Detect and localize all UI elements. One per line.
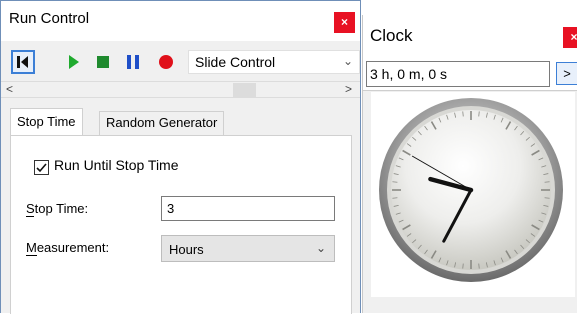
clock-face-area <box>371 92 575 297</box>
stop-time-input[interactable]: 3 <box>161 196 335 221</box>
run-control-close-button[interactable]: × <box>334 12 355 33</box>
skip-to-start-icon <box>17 56 28 68</box>
measurement-label: Measurement: <box>26 240 110 255</box>
slide-control-dropdown[interactable]: Slide Control ⌄ <box>188 50 360 74</box>
clock-minute-tick <box>478 263 480 269</box>
pause-button[interactable] <box>121 50 145 74</box>
analog-clock <box>379 98 563 282</box>
tab-strip: Stop Time Random Generator <box>1 108 360 136</box>
scrollbar-thumb[interactable] <box>233 83 256 97</box>
reset-button[interactable] <box>11 50 35 74</box>
clock-titlebar[interactable]: Clock × <box>363 15 577 57</box>
run-until-label[interactable]: Run Until Stop Time <box>54 157 179 173</box>
clock-window: Clock × 3 h, 0 m, 0 s > <box>362 15 577 313</box>
clock-minute-tick <box>392 181 398 183</box>
checkmark-icon <box>36 163 47 173</box>
scroll-right-arrow[interactable]: > <box>345 82 352 97</box>
record-icon <box>159 55 173 69</box>
clock-minute-tick <box>544 197 550 199</box>
clock-close-button[interactable]: × <box>563 27 577 48</box>
stop-square-icon <box>97 56 109 68</box>
tab-stop-time[interactable]: Stop Time <box>10 108 83 136</box>
stop-time-panel: Run Until Stop Time Stop Time: 3 Measure… <box>10 135 352 314</box>
run-control-window: Run Control × Slide Control ⌄ < > Stop T… <box>0 0 361 314</box>
measurement-mnemonic-underline <box>26 255 37 256</box>
clock-minute-tick <box>392 197 398 199</box>
step-button[interactable] <box>91 50 115 74</box>
record-button[interactable] <box>152 48 180 76</box>
slide-control-value: Slide Control <box>195 54 276 70</box>
chevron-down-icon: ⌄ <box>342 54 353 68</box>
clock-minute-tick <box>544 181 550 183</box>
clock-minute-tick <box>478 111 480 117</box>
run-control-titlebar[interactable]: Run Control × <box>1 1 360 41</box>
run-until-checkbox[interactable] <box>34 160 49 175</box>
scroll-left-arrow[interactable]: < <box>6 82 13 97</box>
run-control-title: Run Control <box>9 10 90 27</box>
chevron-down-icon: ⌄ <box>315 241 326 255</box>
clock-readout-bar: 3 h, 0 m, 0 s > <box>363 57 577 91</box>
tab-random-generator[interactable]: Random Generator <box>99 111 225 135</box>
pause-icon <box>127 55 139 69</box>
clock-minute-tick <box>462 111 464 117</box>
stop-time-label: Stop Time: <box>26 201 89 216</box>
clock-title: Clock <box>370 26 413 45</box>
measurement-select[interactable]: Hours ⌄ <box>161 235 335 262</box>
play-button[interactable] <box>61 50 85 74</box>
measurement-value: Hours <box>169 242 204 257</box>
clock-go-button[interactable]: > <box>556 62 577 85</box>
play-icon <box>69 55 79 69</box>
clock-minute-tick <box>462 263 464 269</box>
stop-time-mnemonic-underline <box>26 216 34 217</box>
run-control-toolbar: Slide Control ⌄ <box>1 41 360 81</box>
clock-time-readout[interactable]: 3 h, 0 m, 0 s <box>366 61 550 87</box>
horizontal-scrollbar[interactable]: < > <box>1 81 360 98</box>
